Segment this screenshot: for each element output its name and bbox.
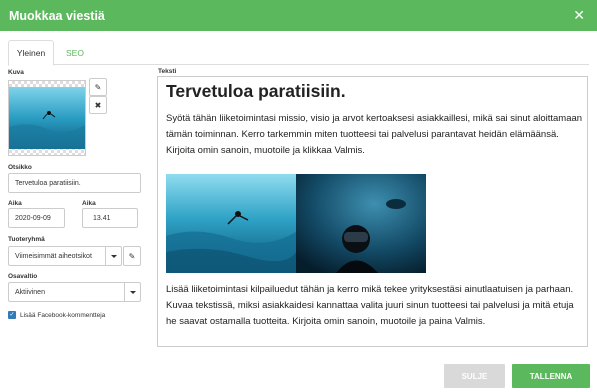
editor-photo-diver[interactable]: [166, 174, 296, 273]
close-button[interactable]: SULJE: [444, 364, 505, 388]
text-editor[interactable]: Tervetuloa paratiisiin. Syötä tähän liik…: [157, 76, 588, 347]
remove-image-button[interactable]: ✖: [89, 96, 107, 114]
pencil-icon: ✎: [94, 82, 102, 92]
date-input[interactable]: 2020-09-09: [8, 208, 65, 228]
date-value: 2020-09-09: [15, 214, 51, 222]
status-value: Aktiivinen: [15, 288, 45, 296]
editor-photo-diver-closeup[interactable]: [296, 174, 426, 273]
group-select[interactable]: Viimeisimmät aiheotsikot: [8, 246, 122, 266]
facebook-comments-label: Lisää Facebook-kommentteja: [20, 311, 106, 319]
dialog-title: Muokkaa viestiä: [9, 8, 105, 23]
tab-general[interactable]: Yleinen: [8, 40, 54, 66]
time-input[interactable]: 13.41: [82, 208, 138, 228]
editor-heading[interactable]: Tervetuloa paratiisiin.: [166, 81, 346, 102]
time-value: 13.41: [93, 214, 111, 222]
editor-paragraph-2[interactable]: Lisää liiketoimintasi kilpailuedut tähän…: [166, 282, 584, 330]
text-label: Teksti: [158, 68, 177, 75]
image-label: Kuva: [8, 69, 24, 76]
tab-bar: Yleinen SEO: [8, 40, 589, 66]
diver-photo: [166, 174, 296, 273]
dialog-header: Muokkaa viestiä ✕: [0, 0, 597, 31]
title-input[interactable]: Tervetuloa paratiisiin.: [8, 173, 141, 193]
close-icon[interactable]: ✕: [573, 9, 585, 23]
date-label: Aika: [8, 200, 22, 207]
editor-paragraph-1[interactable]: Syötä tähän liiketoimintasi missio, visi…: [166, 111, 584, 159]
tab-seo[interactable]: SEO: [58, 40, 92, 65]
facebook-comments-checkbox-row[interactable]: ✓ Lisää Facebook-kommentteja: [8, 311, 105, 319]
chevron-down-icon: [124, 283, 140, 301]
chevron-down-icon: [105, 247, 121, 265]
title-label: Otsikko: [8, 164, 32, 171]
save-button[interactable]: TALLENNA: [512, 364, 590, 388]
time-label: Aika: [82, 200, 96, 207]
pencil-icon: ✎: [128, 251, 136, 261]
edit-group-button[interactable]: ✎: [123, 246, 141, 266]
diver-closeup-photo: [296, 174, 426, 273]
group-value: Viimeisimmät aiheotsikot: [15, 252, 92, 260]
title-value: Tervetuloa paratiisiin.: [15, 179, 81, 187]
facebook-comments-checkbox[interactable]: ✓: [8, 311, 16, 319]
edit-image-button[interactable]: ✎: [89, 78, 107, 96]
group-label: Tuoteryhmä: [8, 236, 45, 243]
image-preview[interactable]: [8, 80, 86, 156]
status-label: Osavaltio: [8, 273, 38, 280]
status-select[interactable]: Aktiivinen: [8, 282, 141, 302]
underwater-thumbnail: [9, 87, 85, 149]
close-icon: ✖: [94, 100, 102, 110]
